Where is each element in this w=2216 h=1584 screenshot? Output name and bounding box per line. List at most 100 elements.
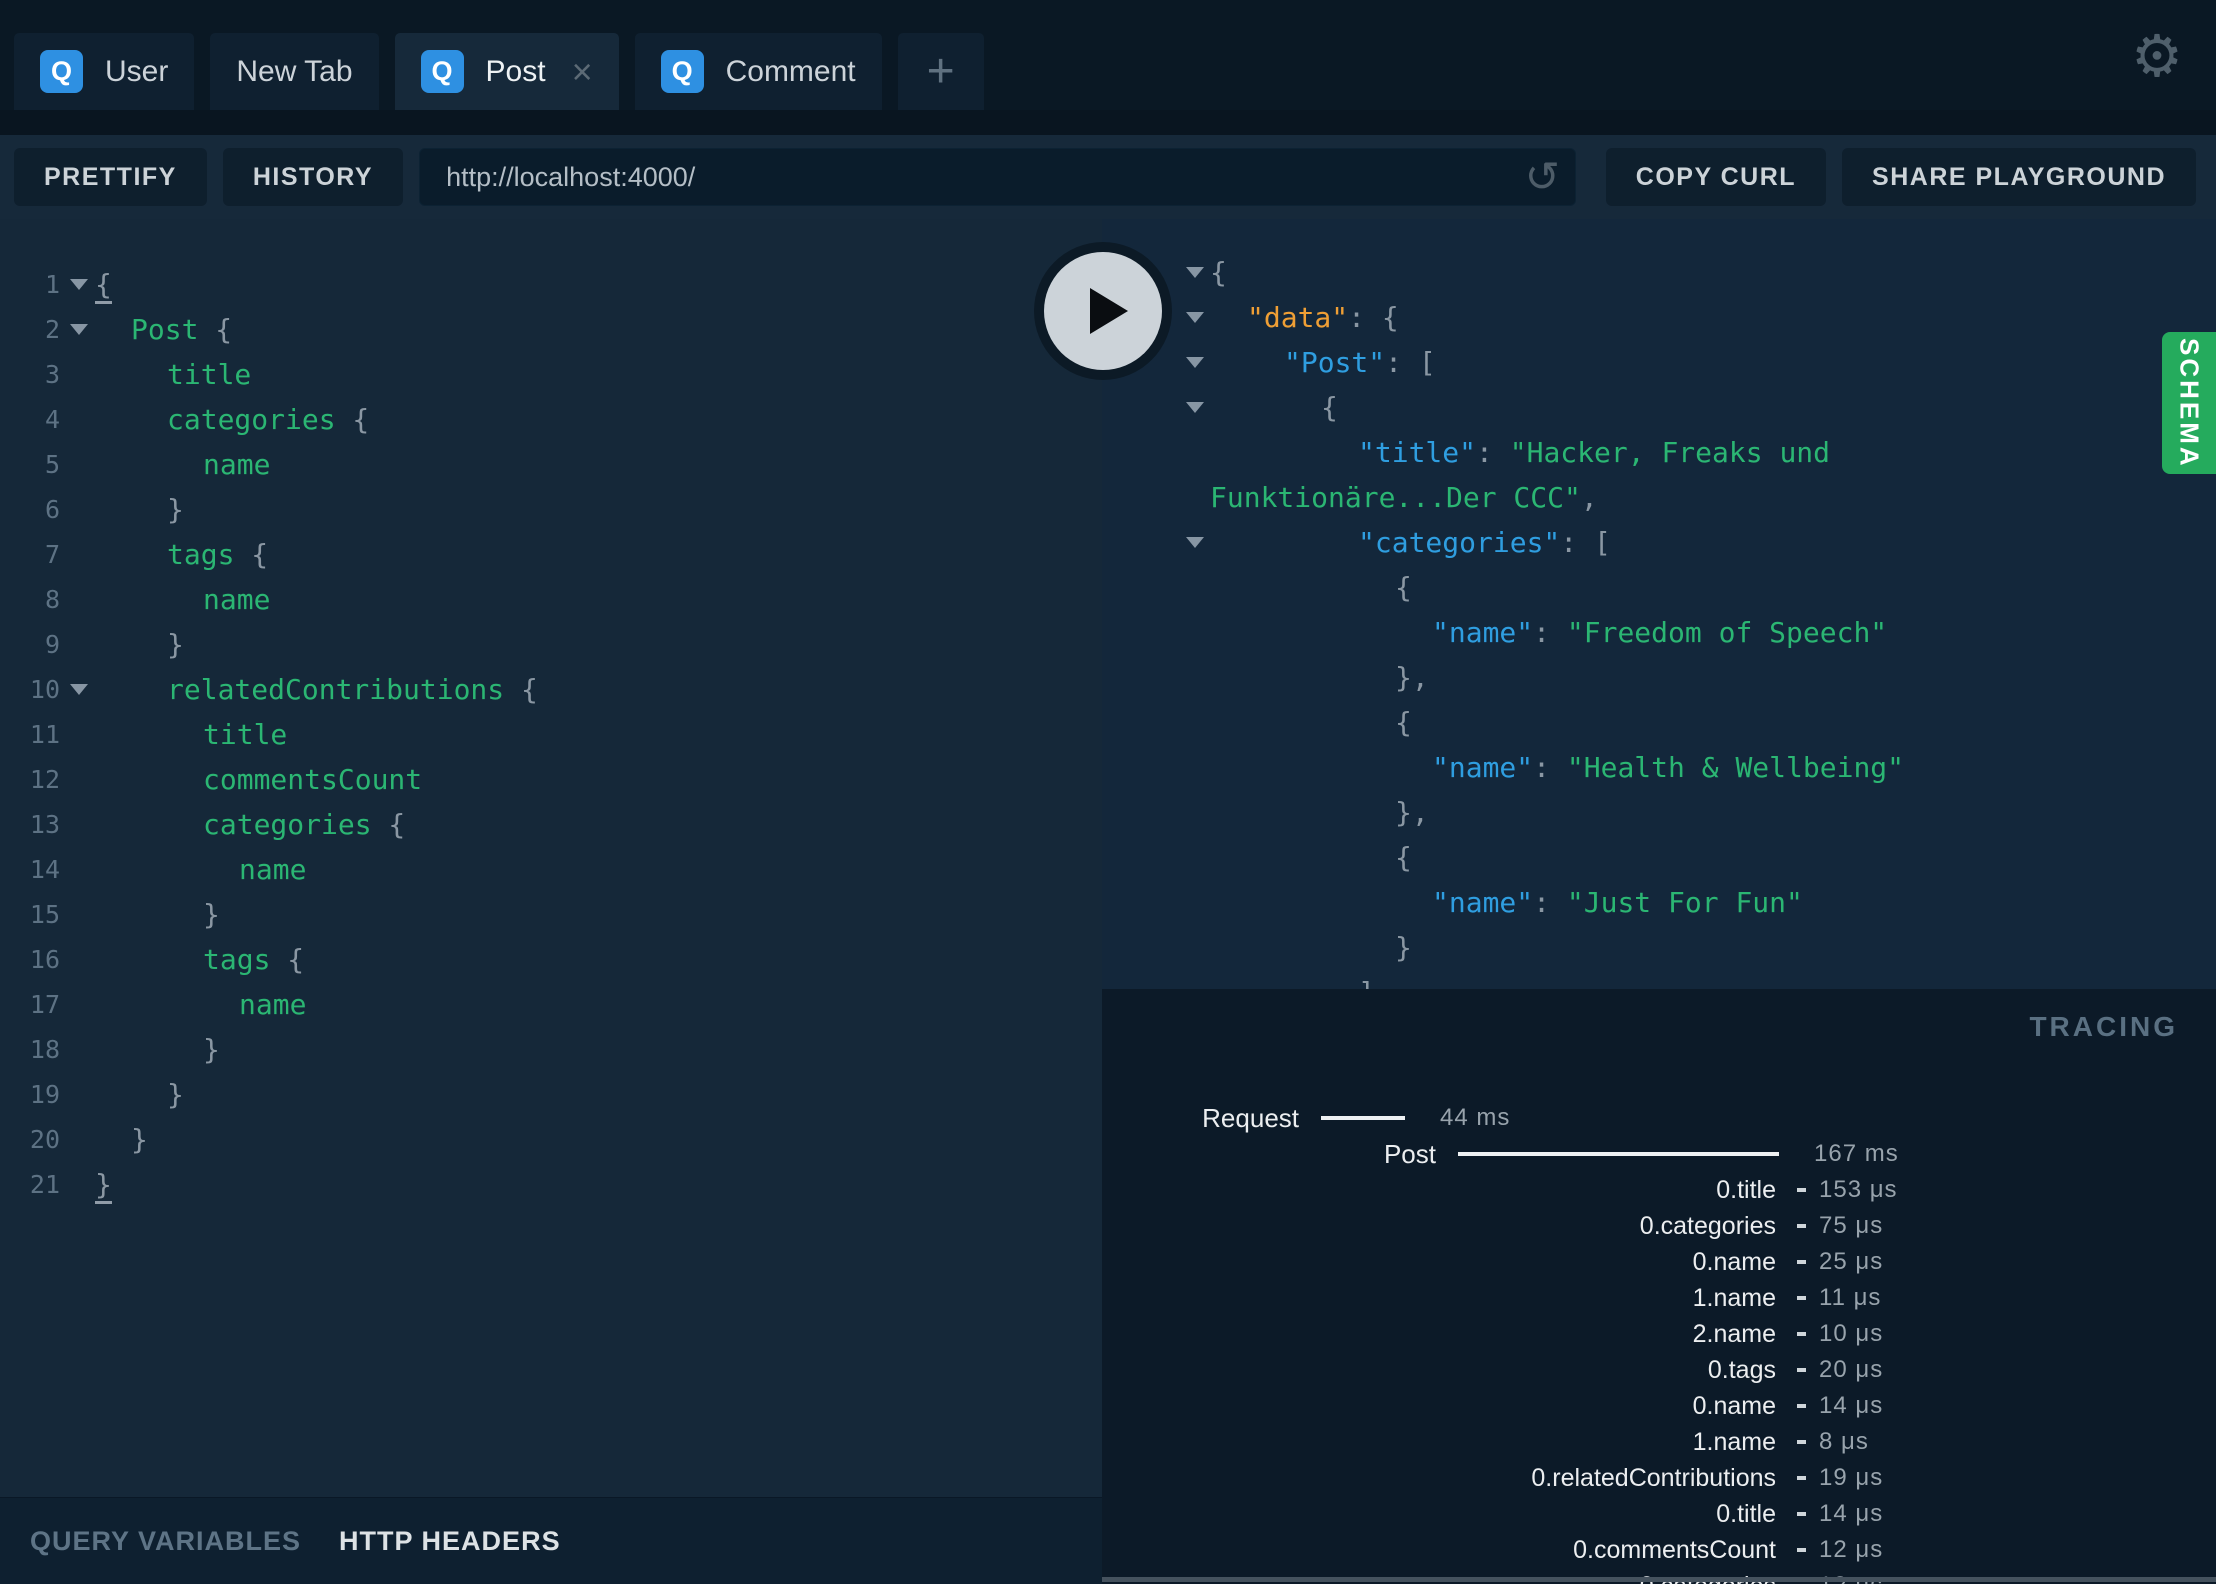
query-editor[interactable]: 1{2 Post {3 title 4 categories {5 name 6} 7 tags…: [0, 219, 1102, 1497]
query-badge: Q: [420, 50, 464, 93]
response-line: "name": "Health & Wellbeing": [1102, 745, 2216, 790]
execute-button-circle: [1044, 252, 1162, 370]
token: "Post": [1284, 346, 1386, 379]
token: Post: [131, 313, 199, 346]
tracing-tick-bar: [1797, 1224, 1806, 1228]
code-text: }: [167, 622, 184, 667]
fold-arrow-icon[interactable]: [70, 324, 88, 335]
query-variables-tab[interactable]: QUERY VARIABLES: [30, 1526, 301, 1557]
prettify-button[interactable]: PRETTIFY: [14, 148, 207, 206]
fold-arrow-icon[interactable]: [70, 684, 88, 695]
editor-line: 4 categories {: [0, 397, 1102, 442]
token: {: [234, 538, 269, 571]
code-text: }: [131, 1117, 148, 1162]
token: {: [1321, 391, 1338, 424]
schema-side-tab[interactable]: SCHEMA: [2162, 332, 2216, 474]
fold-arrow-icon[interactable]: [1186, 402, 1204, 413]
tracing-duration-value: 11 μs: [1819, 1284, 1882, 1311]
token: }: [131, 1123, 148, 1156]
response-line: "name": "Freedom of Speech": [1102, 610, 2216, 655]
line-number: 21: [29, 1170, 60, 1199]
token: }: [95, 1168, 112, 1204]
token: {: [335, 403, 370, 436]
token: {: [1395, 571, 1412, 604]
token: ,: [1580, 481, 1598, 514]
line-number: 9: [44, 630, 60, 659]
tracing-horizontal-scrollbar[interactable]: [1102, 1577, 2216, 1582]
editor-line: 15}: [0, 892, 1102, 937]
editor-line: 2 Post {: [0, 307, 1102, 352]
response-viewer[interactable]: {"data": {"Post": [{"title": "Hacker, Fr…: [1102, 219, 2216, 989]
tracing-duration-value: 19 μs: [1819, 1464, 1884, 1491]
tracing-duration-value: 75 μs: [1819, 1212, 1884, 1239]
query-editor-lines: 1{2 Post {3 title 4 categories {5 name 6} 7 tags…: [0, 262, 1102, 1207]
tab-user[interactable]: Q User: [14, 33, 195, 110]
tracing-duration-value: 167 ms: [1814, 1140, 1899, 1167]
line-number: 12: [29, 765, 60, 794]
tracing-duration-value: 153 μs: [1819, 1176, 1898, 1203]
editor-line: 3 title: [0, 352, 1102, 397]
tracing-resolver-label: 0.commentsCount: [1573, 1535, 1776, 1564]
code-text: title: [203, 712, 287, 757]
query-badge: Q: [40, 50, 83, 93]
editor-line: 9}: [0, 622, 1102, 667]
editor-line: 19}: [0, 1072, 1102, 1117]
tracing-duration-bar: [1458, 1152, 1779, 1156]
editor-line: 13 categories {: [0, 802, 1102, 847]
reload-schema-icon[interactable]: ↺: [1525, 156, 1560, 198]
share-playground-button[interactable]: SHARE PLAYGROUND: [1842, 148, 2196, 206]
code-text: name: [203, 577, 270, 622]
fold-arrow-icon[interactable]: [1186, 267, 1204, 278]
tab-post[interactable]: Q Post ×: [394, 33, 619, 110]
response-line: {: [1102, 835, 2216, 880]
tracing-duration-value: 10 μs: [1819, 1320, 1884, 1347]
fold-arrow-icon[interactable]: [1186, 312, 1204, 323]
tracing-tick-bar: [1797, 1188, 1806, 1192]
tracing-resolver-label: 0.tags: [1707, 1355, 1776, 1384]
code-text: {: [1321, 385, 1338, 430]
token: "categories": [1358, 526, 1561, 559]
line-number: 18: [29, 1035, 60, 1064]
copy-curl-button[interactable]: COPY CURL: [1605, 148, 1827, 206]
token: {: [504, 673, 538, 706]
token: }: [203, 898, 220, 931]
token: :: [1533, 616, 1567, 649]
editor-line: 5 name: [0, 442, 1102, 487]
tracing-resolver-label: 2.name: [1692, 1319, 1776, 1348]
code-text: title: [167, 352, 251, 397]
code-text: tags {: [203, 937, 304, 982]
tracing-duration-value: 20 μs: [1819, 1356, 1884, 1383]
fold-arrow-icon[interactable]: [1186, 537, 1204, 548]
http-headers-tab[interactable]: HTTP HEADERS: [339, 1526, 561, 1557]
token: "name": [1432, 616, 1534, 649]
tab-comment[interactable]: Q Comment: [634, 33, 882, 110]
code-text: }: [95, 1162, 112, 1207]
line-number: 19: [29, 1080, 60, 1109]
fold-arrow-icon[interactable]: [70, 279, 88, 290]
tracing-resolver-label: 0.title: [1716, 1499, 1776, 1528]
response-line: {: [1102, 385, 2216, 430]
endpoint-url-input[interactable]: [419, 148, 1576, 206]
code-text: "name": "Health & Wellbeing": [1432, 745, 1904, 790]
add-tab-button[interactable]: +: [897, 33, 984, 110]
tracing-tick-bar: [1797, 1548, 1806, 1552]
tracing-row: 0.title 153 μs: [1102, 1172, 2216, 1208]
token: name: [239, 853, 307, 886]
settings-gear-icon[interactable]: ⚙: [2131, 22, 2183, 90]
token: {: [1395, 706, 1412, 739]
editor-line: 20}: [0, 1117, 1102, 1162]
tracing-row: 0.tags 20 μs: [1102, 1352, 2216, 1388]
token: {: [198, 313, 233, 346]
bottom-bar: QUERY VARIABLES HTTP HEADERS: [0, 1497, 1102, 1584]
line-number: 4: [44, 405, 60, 434]
code-text: commentsCount: [203, 757, 422, 802]
history-button[interactable]: HISTORY: [222, 148, 404, 206]
line-number: 20: [29, 1125, 60, 1154]
tab-new-tab[interactable]: New Tab: [210, 33, 379, 110]
close-tab-icon[interactable]: ×: [572, 53, 593, 90]
editor-line: 11 title: [0, 712, 1102, 757]
fold-arrow-icon[interactable]: [1186, 357, 1204, 368]
tracing-resolver-label: 0.categories: [1639, 1211, 1776, 1240]
execute-query-button[interactable]: [1034, 242, 1172, 380]
code-text: {: [1395, 835, 1412, 880]
